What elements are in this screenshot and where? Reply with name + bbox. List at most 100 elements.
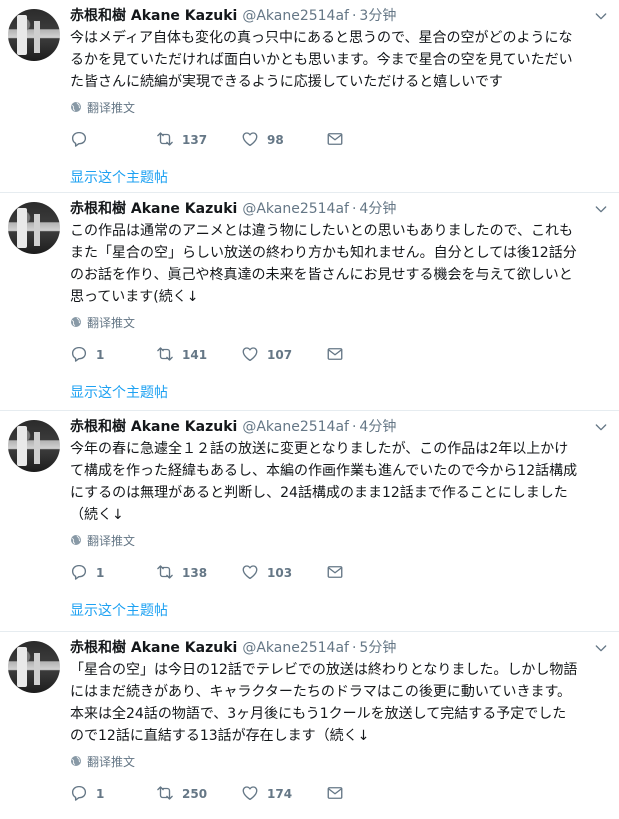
retweet-count: 137 [182,133,208,147]
translate-label: 翻译推文 [87,315,136,330]
chevron-down-icon[interactable] [593,201,609,217]
retweet-icon [156,345,174,366]
author-handle[interactable]: @Akane2514af [242,417,349,437]
tweet-text-line: 今年の春に急遽全１２話の放送に変更となりましたが、この作品は2年以上かけ [70,441,569,457]
like-icon [241,563,259,584]
tweet[interactable]: 赤根和樹 Akane Kazuki @Akane2514af · 5分钟 「星合の空」は… [0,632,619,819]
translate-label: 翻译推文 [87,100,136,115]
globe-icon [70,101,82,113]
like-button[interactable]: 103 [241,563,326,584]
tweet-text-line: 本来は全24話の物語で、3ヶ月後にもう1クールを放送して完結する予定でした [70,706,567,722]
tweet-actions: 1 138 103 [70,562,609,584]
tweet-text-line: のお話を作り、眞己や柊真達の未来を皆さんにお見せする機会を与えて欲しいと [70,267,573,283]
tweet-text-line: ので12話に直結する13話が存在します（続く↓ [70,728,370,744]
dm-icon [326,345,344,366]
tweet-text: 今年の春に急遽全１２話の放送に変更となりましたが、この作品は2年以上かけ て構成を… [70,438,619,526]
retweet-button[interactable]: 137 [156,130,241,151]
author-handle[interactable]: @Akane2514af [242,6,349,26]
tweet[interactable]: 赤根和樹 Akane Kazuki @Akane2514af · 4分钟 今年の春に急遽… [0,411,619,632]
author-handle[interactable]: @Akane2514af [242,638,349,658]
translate-link[interactable]: 翻译推文 [70,753,609,769]
timestamp[interactable]: 3分钟 [359,6,396,26]
tweet-text: 「星合の空」は今日の12話でテレビでの放送は終わりとなりました。しかし物語 にはま… [70,659,619,747]
translate-link[interactable]: 翻译推文 [70,532,609,548]
translate-label: 翻译推文 [87,754,136,769]
retweet-button[interactable]: 138 [156,563,241,584]
reply-count: 1 [96,787,105,801]
direct-message-button[interactable] [326,563,344,584]
like-count: 103 [267,566,293,580]
show-thread-link[interactable]: 显示这个主题帖 [70,600,168,620]
dm-icon [326,563,344,584]
separator-dot: · [351,419,357,435]
show-thread-link[interactable]: 显示这个主题帖 [70,167,168,187]
like-button[interactable]: 98 [241,130,326,151]
author-name[interactable]: 赤根和樹 Akane Kazuki [70,417,237,437]
reply-button[interactable]: 1 [70,784,156,805]
globe-icon [70,755,82,767]
avatar[interactable] [8,420,60,472]
like-count: 174 [267,787,293,801]
avatar[interactable] [8,202,60,254]
like-count: 98 [267,133,284,147]
globe-icon [70,534,82,546]
tweet-text-line: るかを見ていただければ面白いかとも思います。今まで星合の空を見ていただい [70,52,573,68]
author-handle[interactable]: @Akane2514af [242,199,349,219]
translate-link[interactable]: 翻译推文 [70,314,609,330]
author-name[interactable]: 赤根和樹 Akane Kazuki [70,6,237,26]
retweet-count: 138 [182,566,208,580]
show-thread-link[interactable]: 显示这个主题帖 [70,382,168,402]
reply-count: 1 [96,348,105,362]
timeline: 赤根和樹 Akane Kazuki @Akane2514af · 3分钟 今はメディア自… [0,0,619,819]
reply-button[interactable] [70,130,156,151]
tweet-text-line: 「星合の空」は今日の12話でテレビでの放送は終わりとなりました。しかし物語 [70,662,578,678]
retweet-count: 250 [182,787,208,801]
reply-icon [70,345,88,366]
direct-message-button[interactable] [326,784,344,805]
tweet-text-line: て構成を作った経緯もあるし、本編の作画作業も進んでいたので今から12話構成 [70,463,578,479]
tweet-header: 赤根和樹 Akane Kazuki @Akane2514af · 5分钟 [70,638,609,658]
like-button[interactable]: 107 [241,345,326,366]
like-icon [241,784,259,805]
tweet-text-line: にはまだ続きがあり、キャラクターたちのドラマはこの後更に動いていきます。 [70,684,572,700]
like-icon [241,130,259,151]
translate-link[interactable]: 翻译推文 [70,99,609,115]
direct-message-button[interactable] [326,345,344,366]
reply-button[interactable]: 1 [70,345,156,366]
reply-icon [70,130,88,151]
reply-icon [70,563,88,584]
chevron-down-icon[interactable] [593,640,609,656]
tweet[interactable]: 赤根和樹 Akane Kazuki @Akane2514af · 3分钟 今はメディア自… [0,0,619,193]
tweet-actions: 1 141 107 [70,344,609,366]
tweet-header: 赤根和樹 Akane Kazuki @Akane2514af · 4分钟 [70,199,609,219]
dm-icon [326,784,344,805]
chevron-down-icon[interactable] [593,419,609,435]
direct-message-button[interactable] [326,130,344,151]
chevron-down-icon[interactable] [593,8,609,24]
tweet-header: 赤根和樹 Akane Kazuki @Akane2514af · 3分钟 [70,6,609,26]
timestamp[interactable]: 5分钟 [359,638,396,658]
like-button[interactable]: 174 [241,784,326,805]
separator-dot: · [351,640,357,656]
tweet-content: 赤根和樹 Akane Kazuki @Akane2514af · 4分钟今年の春に急遽… [70,417,609,620]
tweet-text-line: た皆さんに続編が実現できるように応援していただけると嬉しいです [70,74,503,90]
tweet-text: この作品は通常のアニメとは違う物にしたいとの思いもありましたので、これも また「星… [70,220,619,308]
timestamp[interactable]: 4分钟 [359,417,396,437]
like-count: 107 [267,348,293,362]
reply-button[interactable]: 1 [70,563,156,584]
tweet-text-line: にするのは無理があると判断し、24話構成のまま12話まで作ることにしました [70,485,568,501]
tweet-header: 赤根和樹 Akane Kazuki @Akane2514af · 4分钟 [70,417,609,437]
retweet-button[interactable]: 250 [156,784,241,805]
tweet-actions: 1 250 174 [70,783,609,805]
timestamp[interactable]: 4分钟 [359,199,396,219]
avatar[interactable] [8,9,60,61]
author-name[interactable]: 赤根和樹 Akane Kazuki [70,199,237,219]
author-name[interactable]: 赤根和樹 Akane Kazuki [70,638,237,658]
avatar[interactable] [8,641,60,693]
tweet-text: 今はメディア自体も変化の真っ只中にあると思うので、星合の空がどのようにな るかを見… [70,27,619,93]
translate-label: 翻译推文 [87,533,136,548]
tweet-actions: 137 98 [70,129,609,151]
tweet-content: 赤根和樹 Akane Kazuki @Akane2514af · 3分钟 今はメディア自… [70,6,609,187]
retweet-button[interactable]: 141 [156,345,241,366]
tweet[interactable]: 赤根和樹 Akane Kazuki @Akane2514af · 4分钟 この作品は通常… [0,193,619,411]
